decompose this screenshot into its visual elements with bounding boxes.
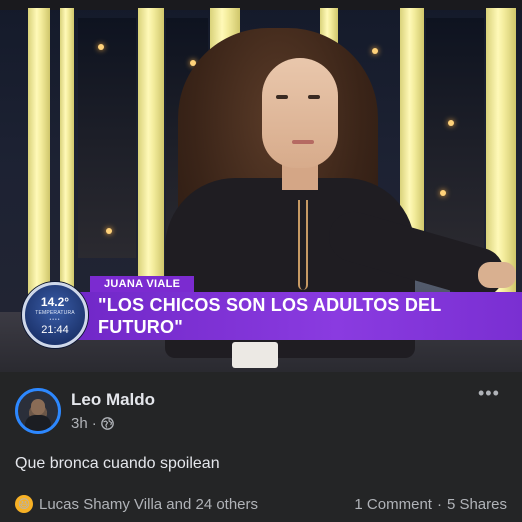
- weather-temperature-label: TEMPERATURA: [35, 309, 75, 316]
- studio-light: [448, 120, 454, 126]
- post-footer: 😆 Lucas Shamy Villa and 24 others 1 Comm…: [15, 494, 507, 514]
- chyron-name: JUANA VIALE: [90, 276, 195, 292]
- stats-separator: ·: [436, 495, 442, 513]
- chyron-name-text: JUANA VIALE: [104, 278, 181, 290]
- weather-temperature: 14.2°: [40, 294, 70, 309]
- chyron-headline-bar: "LOS CHICOS SON LOS ADULTOS DEL FUTURO": [58, 292, 522, 340]
- presenter-necklace: [298, 200, 308, 290]
- post-stats: 1 Comment · 5 Shares: [354, 496, 507, 513]
- post-card: Leo Maldo 3h · ••• Que bronca cuando spo…: [0, 372, 522, 522]
- studio-light: [98, 44, 104, 50]
- studio-window: [426, 18, 484, 258]
- presenter-mouth: [292, 140, 314, 144]
- video-frame[interactable]: JUANA VIALE "LOS CHICOS SON LOS ADULTOS …: [0, 0, 522, 372]
- weather-dots: ••••: [49, 316, 61, 323]
- studio-window: [78, 18, 136, 258]
- studio-light: [440, 190, 446, 196]
- presenter-eye: [308, 95, 320, 99]
- weather-time: 21:44: [41, 323, 69, 336]
- post-text: Que bronca cuando spoilean: [15, 455, 220, 472]
- shares-count[interactable]: 5 Shares: [447, 496, 507, 513]
- presenter-eye: [276, 95, 288, 99]
- post-timestamp[interactable]: 3h: [71, 415, 88, 432]
- avatar[interactable]: [15, 388, 61, 434]
- reactors-summary[interactable]: Lucas Shamy Villa and 24 others: [39, 496, 258, 513]
- meta-separator: ·: [91, 415, 97, 432]
- weather-badge: 14.2° TEMPERATURA •••• 21:44: [22, 282, 88, 348]
- presenter-face: [262, 58, 338, 168]
- studio-light: [106, 228, 112, 234]
- avatar-body: [25, 415, 51, 431]
- globe-icon: [100, 417, 114, 430]
- post-meta: 3h ·: [71, 415, 114, 432]
- more-options-icon[interactable]: •••: [478, 384, 502, 402]
- author-name[interactable]: Leo Maldo: [71, 390, 155, 410]
- studio-light: [372, 48, 378, 54]
- desk-cup: [232, 342, 278, 368]
- comments-count[interactable]: 1 Comment: [354, 496, 432, 513]
- top-border: [0, 0, 522, 10]
- haha-emoji-icon[interactable]: 😆: [15, 495, 33, 513]
- presenter-hand: [478, 262, 516, 288]
- avatar-head: [31, 399, 45, 415]
- chyron-headline: "LOS CHICOS SON LOS ADULTOS DEL FUTURO": [98, 295, 442, 337]
